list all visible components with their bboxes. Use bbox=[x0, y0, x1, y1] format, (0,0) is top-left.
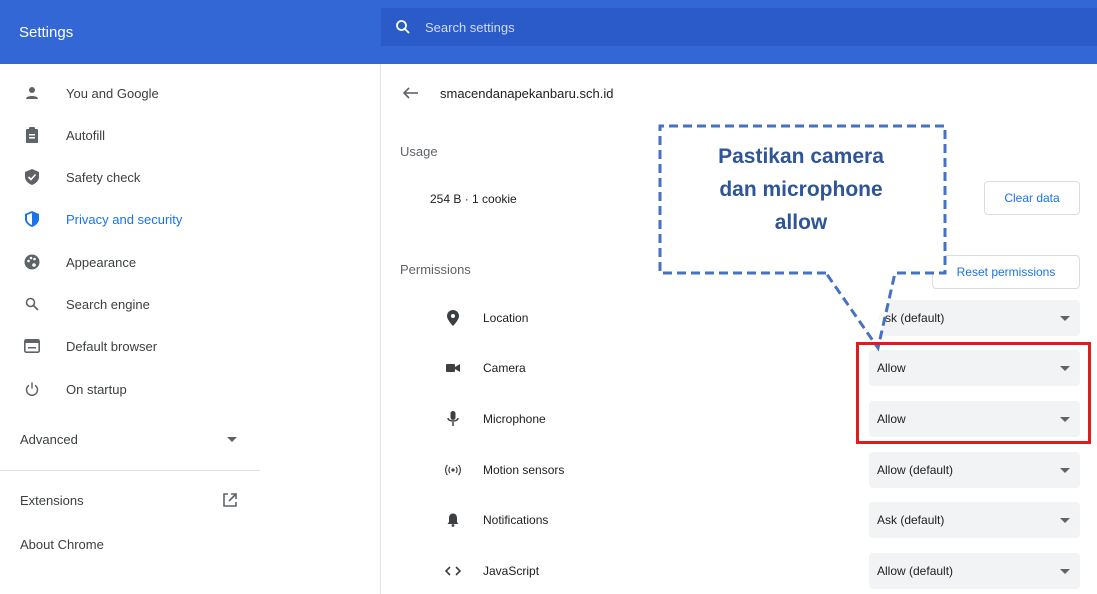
code-icon bbox=[444, 562, 462, 580]
person-icon bbox=[23, 84, 41, 102]
sidebar: You and Google Autofill Safety check Pri… bbox=[0, 64, 381, 594]
site-domain: smacendanapekanbaru.sch.id bbox=[440, 86, 614, 101]
select-value: Allow bbox=[877, 412, 906, 426]
sidebar-item-autofill[interactable]: Autofill bbox=[0, 114, 260, 156]
permission-row-camera: Camera Allow bbox=[382, 344, 1097, 394]
microphone-select[interactable]: Allow bbox=[869, 401, 1080, 437]
microphone-icon bbox=[444, 410, 462, 428]
search-icon bbox=[396, 20, 410, 34]
power-icon bbox=[23, 380, 41, 398]
sidebar-item-privacy-and-security[interactable]: Privacy and security bbox=[0, 198, 260, 240]
sidebar-item-label: You and Google bbox=[66, 85, 159, 101]
sidebar-item-you-and-google[interactable]: You and Google bbox=[0, 72, 260, 114]
sidebar-item-label: Autofill bbox=[66, 127, 106, 143]
chevron-down-icon bbox=[1060, 366, 1070, 371]
page-title: Settings bbox=[19, 23, 74, 41]
motion-sensors-select[interactable]: Allow (default) bbox=[869, 452, 1080, 488]
sidebar-item-safety-check[interactable]: Safety check bbox=[0, 156, 260, 198]
browser-icon bbox=[23, 337, 41, 355]
open-in-new-icon bbox=[223, 493, 237, 507]
back-arrow-icon[interactable] bbox=[402, 84, 420, 102]
bell-icon bbox=[444, 511, 462, 529]
permission-row-javascript: JavaScript Allow (default) bbox=[382, 547, 1097, 594]
permission-row-microphone: Microphone Allow bbox=[382, 395, 1097, 445]
extensions-label: Extensions bbox=[20, 492, 84, 508]
chevron-down-icon bbox=[227, 437, 237, 442]
sidebar-item-label: Search engine bbox=[66, 296, 150, 312]
sidebar-item-label: Safety check bbox=[66, 169, 141, 185]
permission-name: Motion sensors bbox=[483, 463, 565, 477]
chevron-down-icon bbox=[1060, 316, 1070, 321]
shield-icon bbox=[23, 210, 41, 228]
search-icon bbox=[23, 295, 41, 313]
sidebar-item-default-browser[interactable]: Default browser bbox=[0, 325, 260, 367]
permission-row-notifications: Notifications Ask (default) bbox=[382, 496, 1097, 546]
sidebar-item-extensions[interactable]: Extensions bbox=[0, 480, 260, 520]
chevron-down-icon bbox=[1060, 417, 1070, 422]
chevron-down-icon bbox=[1060, 569, 1070, 574]
search-area: Search settings bbox=[381, 0, 1097, 64]
main-content: smacendanapekanbaru.sch.id Usage 254 B ·… bbox=[382, 64, 1097, 594]
settings-header: Settings bbox=[0, 0, 381, 64]
advanced-label: Advanced bbox=[20, 431, 78, 447]
permission-row-location: Location Ask (default) bbox=[382, 294, 1097, 344]
about-chrome-label: About Chrome bbox=[20, 536, 104, 552]
permission-name: Camera bbox=[483, 361, 526, 375]
sidebar-item-label: Privacy and security bbox=[66, 211, 183, 227]
select-value: Ask (default) bbox=[877, 513, 945, 527]
permission-row-motion-sensors: Motion sensors Allow (default) bbox=[382, 446, 1097, 496]
chevron-down-icon bbox=[1060, 468, 1070, 473]
clipboard-icon bbox=[23, 126, 41, 144]
advanced-toggle[interactable]: Advanced bbox=[0, 418, 260, 460]
motion-sensors-icon bbox=[444, 461, 462, 479]
sidebar-divider bbox=[0, 470, 260, 471]
usage-section-label: Usage bbox=[400, 144, 438, 159]
sidebar-item-label: Appearance bbox=[66, 254, 137, 270]
sidebar-item-search-engine[interactable]: Search engine bbox=[0, 283, 260, 325]
location-pin-icon bbox=[444, 309, 462, 327]
palette-icon bbox=[23, 253, 41, 271]
select-value: Allow (default) bbox=[877, 564, 954, 578]
usage-value: 254 B · 1 cookie bbox=[430, 192, 517, 206]
select-value: Allow bbox=[877, 361, 906, 375]
permission-name: JavaScript bbox=[483, 564, 540, 578]
permission-name: Notifications bbox=[483, 513, 549, 527]
select-value: Ask (default) bbox=[877, 311, 945, 325]
select-value: Allow (default) bbox=[877, 463, 954, 477]
clear-data-button[interactable]: Clear data bbox=[984, 181, 1080, 215]
camera-icon bbox=[444, 359, 462, 377]
permissions-section-label: Permissions bbox=[400, 262, 471, 277]
notifications-select[interactable]: Ask (default) bbox=[869, 502, 1080, 538]
camera-select[interactable]: Allow bbox=[869, 350, 1080, 386]
search-placeholder: Search settings bbox=[425, 19, 515, 35]
permission-name: Location bbox=[483, 311, 529, 325]
reset-permissions-button[interactable]: Reset permissions bbox=[932, 255, 1080, 289]
javascript-select[interactable]: Allow (default) bbox=[869, 553, 1080, 589]
chevron-down-icon bbox=[1060, 518, 1070, 523]
sidebar-item-on-startup[interactable]: On startup bbox=[0, 368, 260, 410]
sidebar-item-label: Default browser bbox=[66, 338, 158, 354]
shield-check-icon bbox=[23, 168, 41, 186]
sidebar-item-appearance[interactable]: Appearance bbox=[0, 241, 260, 283]
location-select[interactable]: Ask (default) bbox=[869, 300, 1080, 336]
search-input[interactable]: Search settings bbox=[381, 8, 1097, 46]
sidebar-item-about-chrome[interactable]: About Chrome bbox=[0, 524, 260, 564]
permission-name: Microphone bbox=[483, 412, 546, 426]
top-bar: Settings Search settings bbox=[0, 0, 1097, 64]
sidebar-item-label: On startup bbox=[66, 381, 127, 397]
